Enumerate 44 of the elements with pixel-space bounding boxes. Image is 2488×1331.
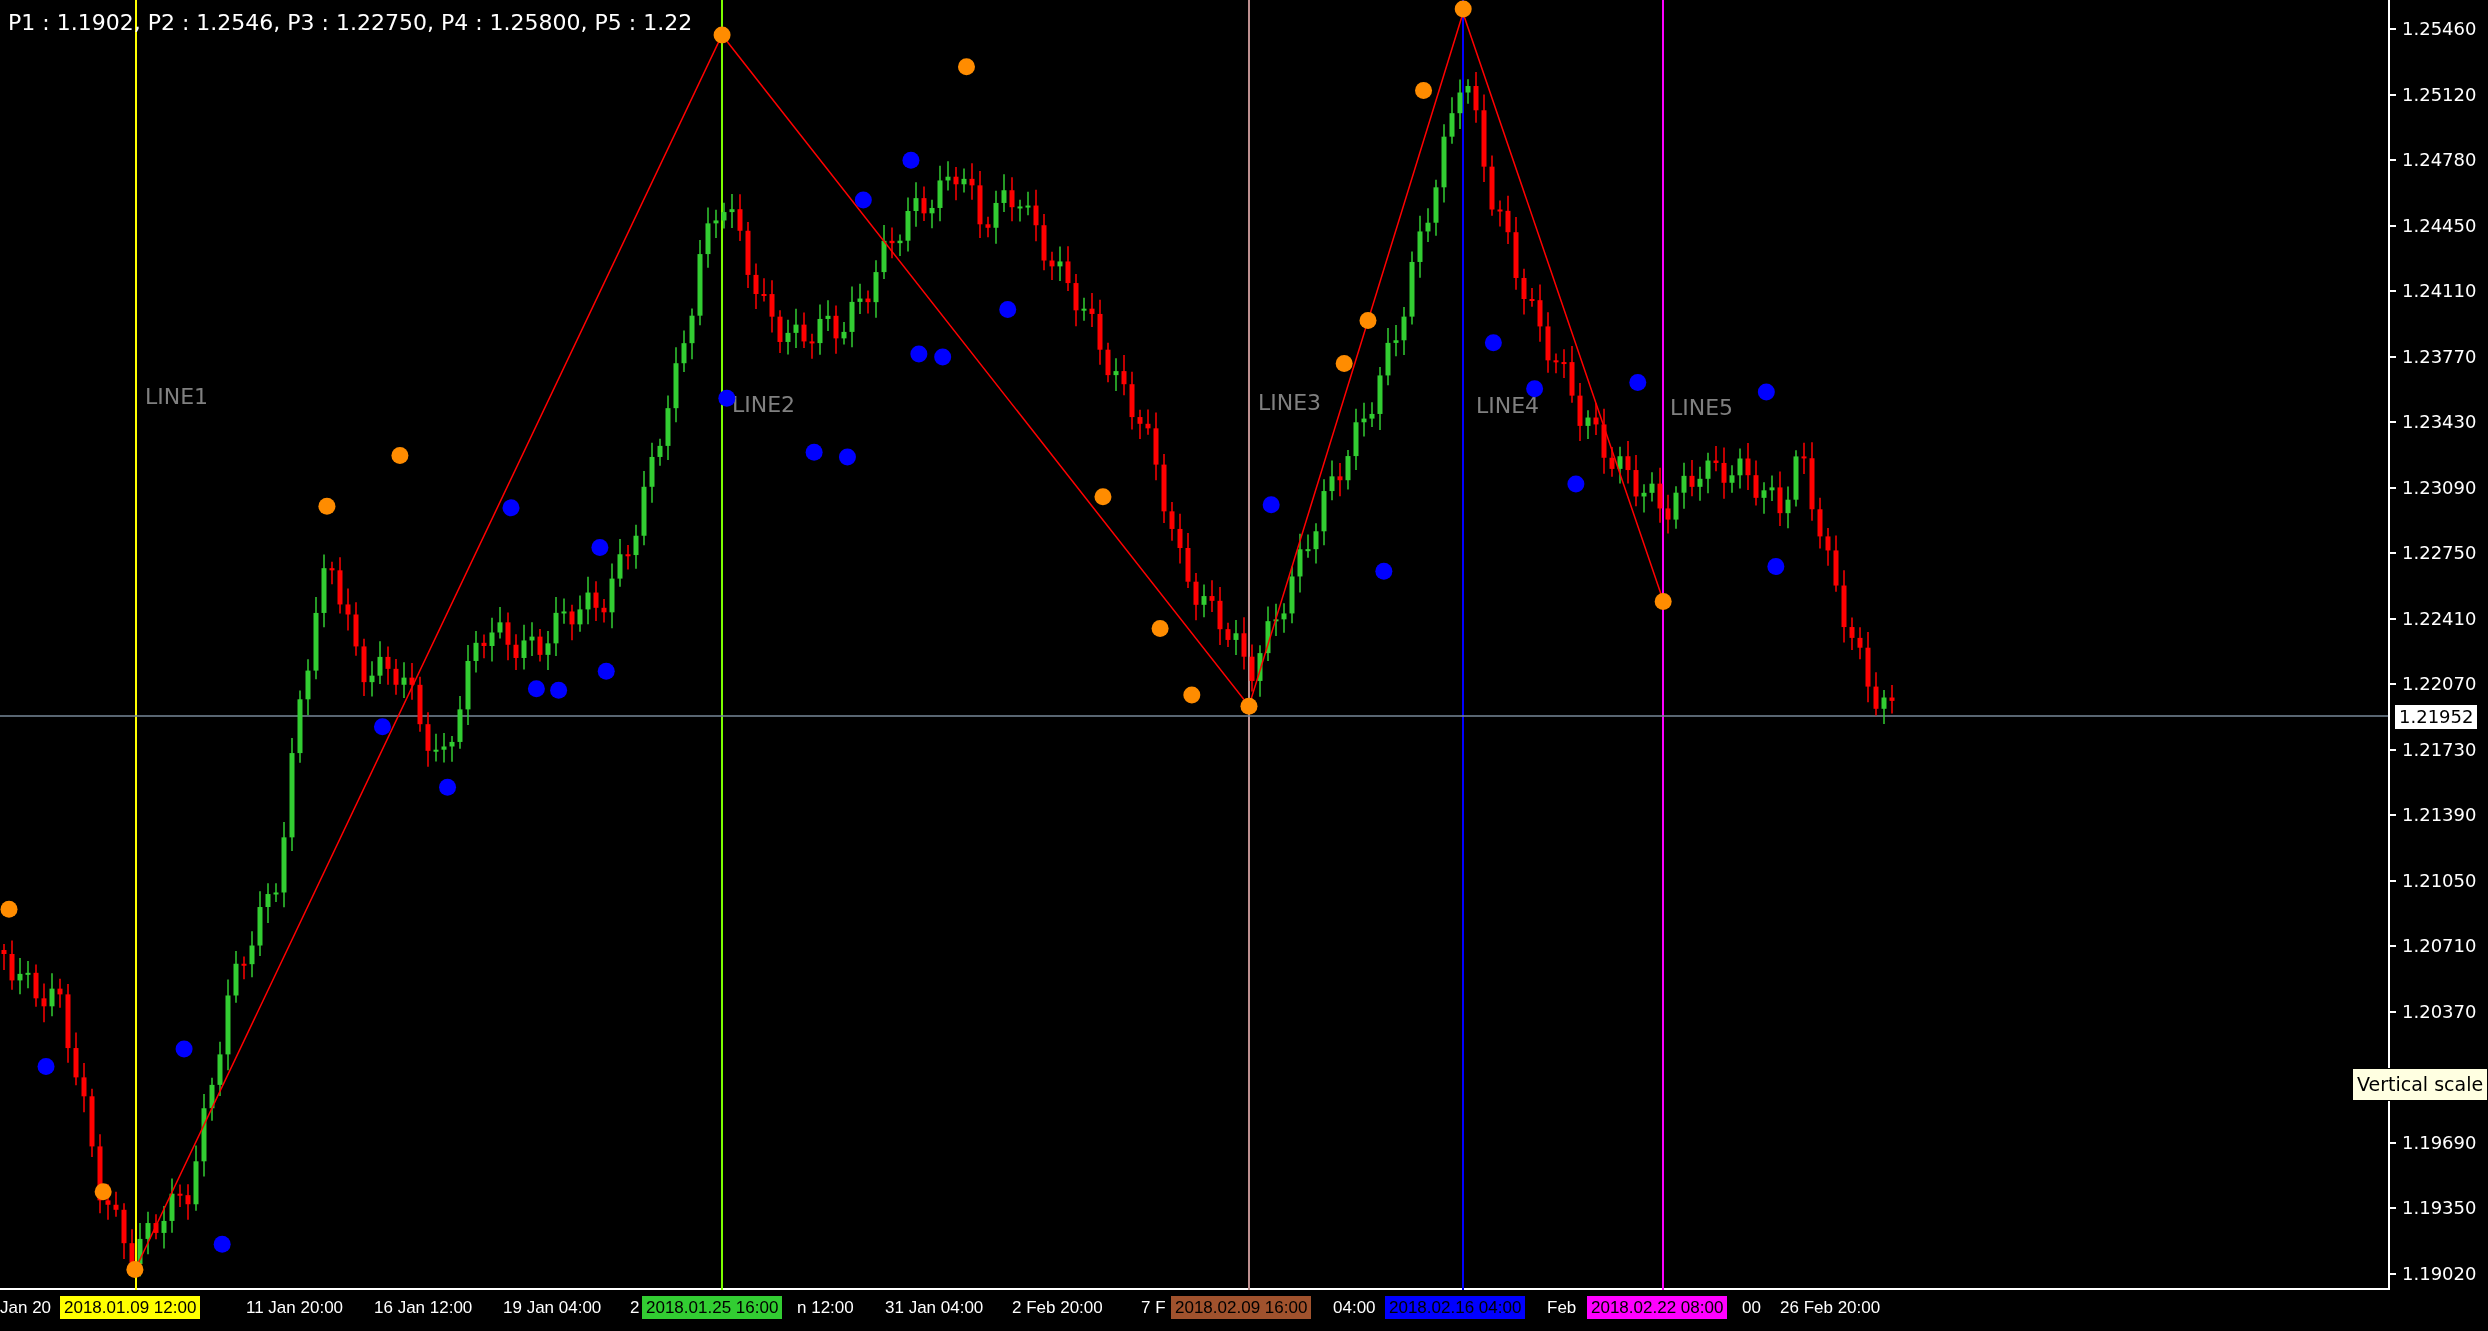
time-label: Feb [1547, 1299, 1577, 1316]
time-marker: 2018.02.16 04:00 [1385, 1296, 1526, 1319]
price-label: 1.19020 [2402, 1264, 2477, 1283]
current-price-label: 1.21952 [2394, 704, 2479, 730]
time-label: 26 Feb 20:00 [1780, 1299, 1881, 1316]
line-label: LINE4 [1476, 395, 1540, 417]
time-marker: 2018.02.09 16:00 [1171, 1296, 1312, 1319]
price-label: 1.21050 [2402, 871, 2477, 890]
time-label: 2 Feb 20:00 [1012, 1299, 1103, 1316]
line-label: LINE2 [732, 394, 796, 416]
time-label: 11 Jan 20:00 [246, 1299, 344, 1316]
price-label: 1.23770 [2402, 347, 2477, 366]
price-label: 1.24780 [2402, 151, 2477, 169]
time-label: 00 [1742, 1299, 1761, 1316]
price-label: 1.21390 [2402, 806, 2477, 824]
price-label: 1.21730 [2402, 740, 2477, 759]
time-label: Jan 20 [0, 1299, 52, 1316]
time-label: 19 Jan 04:00 [503, 1299, 602, 1316]
line-label: LINE1 [145, 386, 209, 408]
price-label: 1.24450 [2402, 216, 2477, 235]
time-label: 7 F [1141, 1299, 1166, 1316]
time-marker: 2018.02.22 08:00 [1587, 1296, 1728, 1319]
price-label: 1.24110 [2402, 282, 2477, 300]
time-marker: 2018.01.25 16:00 [642, 1296, 783, 1319]
price-label: 1.25120 [2402, 85, 2477, 104]
line-label: LINE3 [1258, 392, 1322, 414]
price-label: 1.22410 [2402, 609, 2477, 628]
price-label: 1.23090 [2402, 478, 2477, 497]
time-marker: 2018.01.09 12:00 [60, 1296, 201, 1319]
time-label: 2 [630, 1299, 640, 1316]
time-label: 04:00 [1333, 1299, 1376, 1316]
line-label: LINE5 [1670, 397, 1734, 419]
price-label: 1.25460 [2402, 20, 2477, 38]
price-label: 1.19350 [2402, 1199, 2477, 1217]
price-label: 1.20370 [2402, 1002, 2477, 1021]
price-label: 1.23430 [2402, 413, 2477, 431]
price-label: 1.20710 [2402, 937, 2477, 955]
time-label: 31 Jan 04:00 [885, 1299, 984, 1316]
time-label: 16 Jan 12:00 [374, 1299, 473, 1316]
tooltip: Vertical scale [2352, 1068, 2488, 1101]
price-label: 1.22070 [2402, 675, 2477, 693]
time-label: n 12:00 [797, 1299, 854, 1316]
price-label: 1.22750 [2402, 544, 2477, 562]
price-label: 1.19690 [2402, 1133, 2477, 1152]
